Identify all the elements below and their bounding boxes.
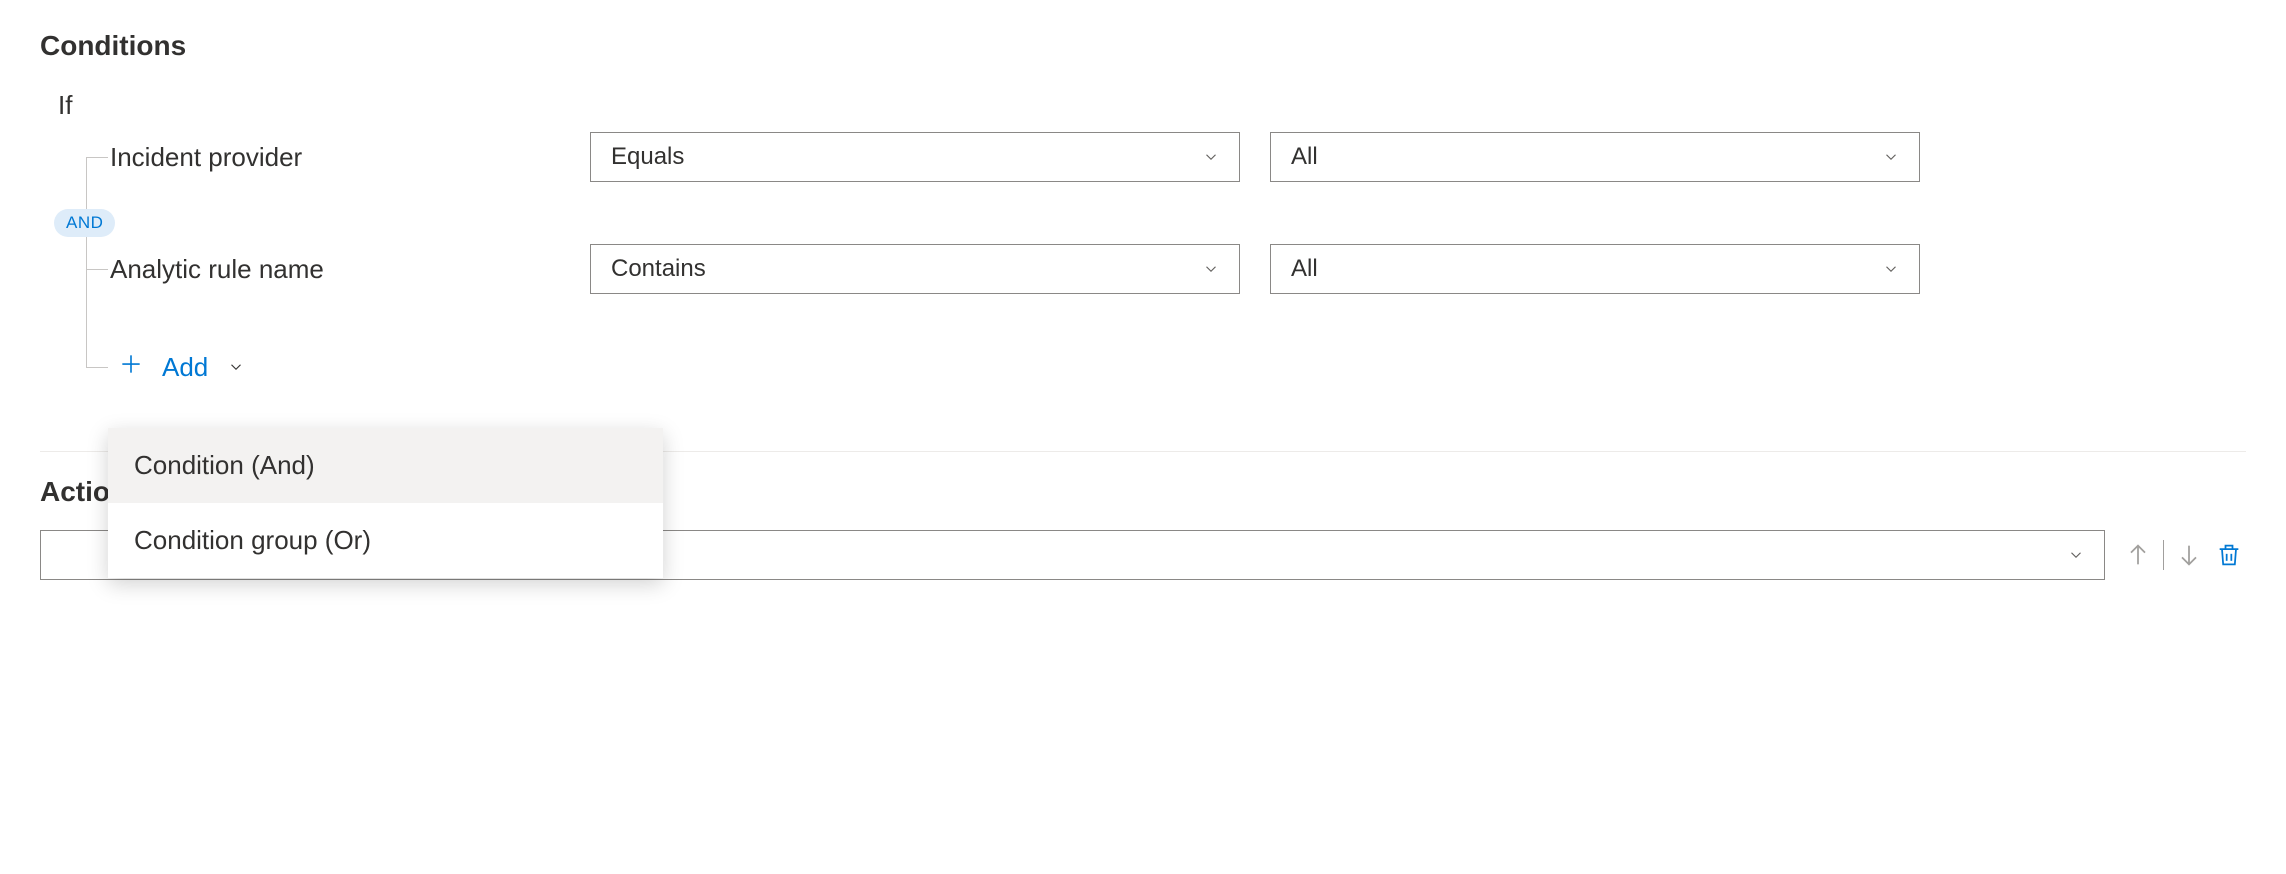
add-condition-label: Add	[162, 352, 208, 383]
chevron-down-icon	[1881, 259, 1901, 279]
action-row-controls	[2121, 538, 2246, 572]
tree-connector	[58, 339, 110, 395]
conditions-heading: Conditions	[40, 30, 2246, 62]
condition-row: Incident provider Equals All	[58, 129, 2246, 185]
condition-field-label: Analytic rule name	[110, 254, 590, 285]
value-dropdown-value: All	[1291, 143, 1318, 171]
value-dropdown-value: All	[1291, 255, 1318, 283]
value-dropdown[interactable]: All	[1270, 244, 1920, 294]
conditions-block: AND Incident provider Equals All Analyti…	[58, 129, 2246, 395]
chevron-down-icon	[1881, 147, 1901, 167]
operator-dropdown-value: Contains	[611, 255, 706, 283]
chevron-down-icon	[226, 357, 246, 377]
chevron-down-icon	[1201, 259, 1221, 279]
condition-field-label: Incident provider	[110, 142, 590, 173]
if-label: If	[58, 90, 2246, 121]
tree-connector	[58, 129, 110, 185]
tree-connector	[58, 241, 110, 297]
move-up-icon[interactable]	[2121, 538, 2155, 572]
plus-icon	[118, 351, 144, 384]
add-condition-row: Add	[58, 339, 2246, 395]
icon-divider	[2163, 540, 2164, 570]
move-down-icon[interactable]	[2172, 538, 2206, 572]
add-condition-menu: Condition (And) Condition group (Or)	[108, 428, 663, 578]
menu-item-condition-and[interactable]: Condition (And)	[108, 428, 663, 503]
menu-item-condition-group-or[interactable]: Condition group (Or)	[108, 503, 663, 578]
operator-dropdown[interactable]: Equals	[590, 132, 1240, 182]
logic-and-badge: AND	[54, 209, 115, 237]
chevron-down-icon	[1201, 147, 1221, 167]
add-condition-button[interactable]: Add	[110, 345, 256, 390]
trash-icon[interactable]	[2212, 538, 2246, 572]
operator-dropdown-value: Equals	[611, 143, 684, 171]
operator-dropdown[interactable]: Contains	[590, 244, 1240, 294]
condition-row: Analytic rule name Contains All	[58, 241, 2246, 297]
value-dropdown[interactable]: All	[1270, 132, 1920, 182]
chevron-down-icon	[2066, 545, 2086, 565]
